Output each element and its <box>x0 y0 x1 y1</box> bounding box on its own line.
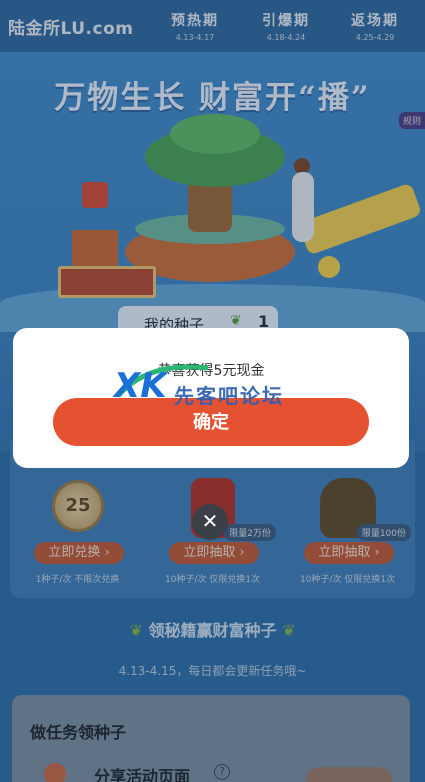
confirm-button[interactable]: 确定 <box>53 398 369 446</box>
close-icon[interactable]: ✕ <box>192 504 228 540</box>
reward-dialog: 恭喜获得5元现金 确定 <box>13 328 409 468</box>
reward-message: 恭喜获得5元现金 <box>157 363 265 379</box>
